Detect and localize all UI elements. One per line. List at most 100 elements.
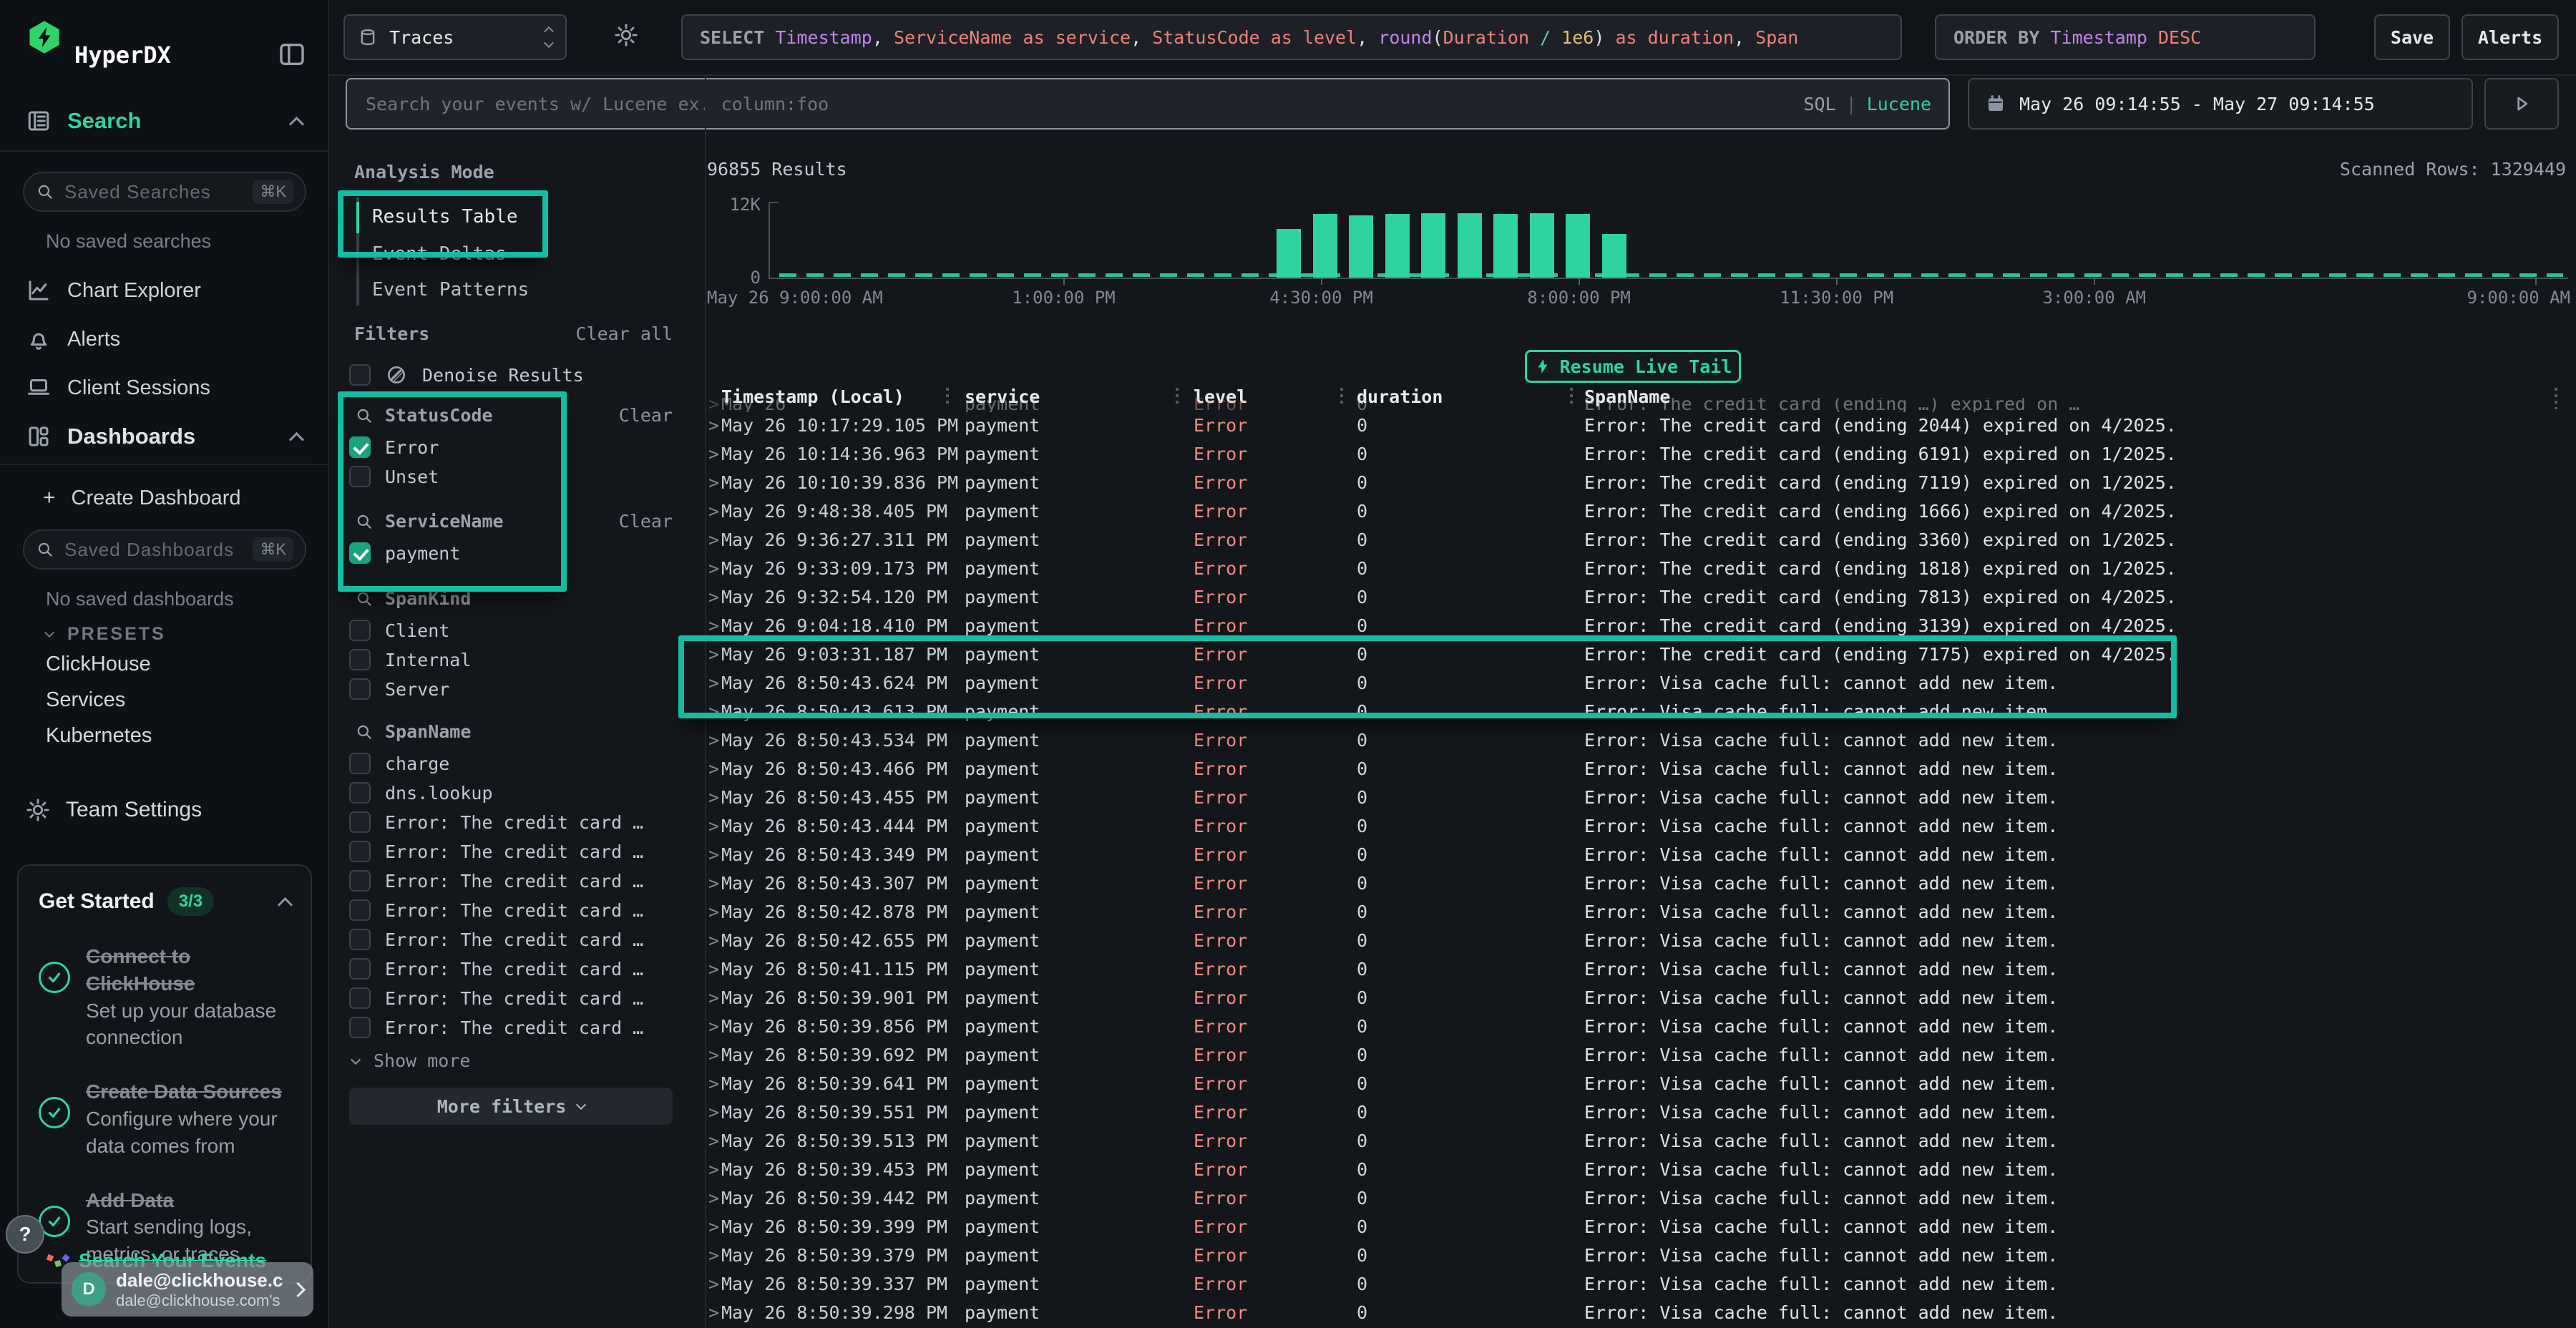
sidebar-item-chart-explorer[interactable]: Chart Explorer bbox=[0, 270, 328, 311]
table-row[interactable]: >May 26 8:50:39.692 PMpaymentError0Error… bbox=[705, 1040, 2576, 1069]
row-expand-chevron[interactable]: > bbox=[708, 501, 719, 522]
row-expand-chevron[interactable]: > bbox=[708, 615, 719, 636]
table-row[interactable]: >May 26 8:50:39.453 PMpaymentError0Error… bbox=[705, 1155, 2576, 1183]
source-select[interactable]: Traces bbox=[343, 14, 567, 60]
row-expand-chevron[interactable]: > bbox=[708, 1016, 719, 1037]
table-row-highlighted[interactable]: >May 26 8:50:43.624 PMpaymentError0Error… bbox=[705, 668, 2576, 697]
row-expand-chevron[interactable]: > bbox=[708, 987, 719, 1008]
row-expand-chevron[interactable]: > bbox=[708, 701, 719, 722]
table-row[interactable]: >May 26 8:50:43.466 PMpaymentError0Error… bbox=[705, 754, 2576, 783]
checkbox-unchecked[interactable] bbox=[349, 649, 371, 670]
row-expand-chevron[interactable]: > bbox=[708, 1073, 719, 1094]
table-row[interactable]: >May 26 9:48:38.405 PMpaymentError0Error… bbox=[705, 497, 2576, 525]
row-expand-chevron[interactable]: > bbox=[708, 902, 719, 922]
filter-item[interactable]: Error: The credit card … bbox=[349, 958, 643, 980]
filter-item[interactable]: Error: The credit card … bbox=[349, 899, 643, 921]
row-expand-chevron[interactable]: > bbox=[708, 673, 719, 693]
row-expand-chevron[interactable]: > bbox=[708, 398, 719, 412]
table-row[interactable]: >May 26 10:14:36.963 PMpaymentError0Erro… bbox=[705, 439, 2576, 468]
analysis-mode-event-deltas[interactable]: Event Deltas bbox=[372, 243, 507, 265]
search-icon[interactable] bbox=[355, 590, 374, 608]
checkbox-unchecked[interactable] bbox=[349, 841, 371, 862]
checkbox-unchecked[interactable] bbox=[349, 753, 371, 774]
saved-dashboards-field[interactable] bbox=[63, 538, 244, 562]
table-row[interactable]: >May 26 8:50:43.349 PMpaymentError0Error… bbox=[705, 840, 2576, 869]
checkbox-unchecked[interactable] bbox=[349, 870, 371, 892]
row-expand-chevron[interactable]: > bbox=[708, 1188, 719, 1209]
row-expand-chevron[interactable]: > bbox=[708, 1216, 719, 1237]
row-expand-chevron[interactable]: > bbox=[708, 644, 719, 665]
filter-item[interactable]: Error: The credit card … bbox=[349, 870, 643, 892]
results-histogram[interactable] bbox=[705, 186, 2576, 322]
table-row[interactable]: >May 26 8:50:43.455 PMpaymentError0Error… bbox=[705, 783, 2576, 811]
filter-item[interactable]: Error bbox=[349, 436, 439, 458]
user-menu[interactable]: D dale@clickhouse.com dale@clickhouse.co… bbox=[62, 1262, 313, 1317]
filter-item[interactable]: dns.lookup bbox=[349, 782, 493, 804]
row-expand-chevron[interactable]: > bbox=[708, 444, 719, 464]
table-row[interactable]: >May 26 8:50:39.298 PMpaymentError0Error… bbox=[705, 1298, 2576, 1327]
checkbox-unchecked[interactable] bbox=[349, 987, 371, 1009]
table-row[interactable]: >May 26 8:50:43.307 PMpaymentError0Error… bbox=[705, 869, 2576, 897]
filter-clear-button[interactable]: Clear bbox=[612, 511, 673, 532]
checkbox-unchecked[interactable] bbox=[349, 958, 371, 980]
row-expand-chevron[interactable]: > bbox=[708, 415, 719, 436]
row-expand-chevron[interactable]: > bbox=[708, 1102, 719, 1123]
clear-all-button[interactable]: Clear all bbox=[572, 323, 673, 344]
checkbox-unchecked[interactable] bbox=[349, 899, 371, 921]
row-expand-chevron[interactable]: > bbox=[708, 787, 719, 808]
denoise-results-filter[interactable]: Denoise Results bbox=[349, 363, 584, 386]
language-lucene[interactable]: Lucene bbox=[1867, 94, 1931, 114]
filter-item[interactable]: Unset bbox=[349, 466, 439, 487]
row-expand-chevron[interactable]: > bbox=[708, 558, 719, 579]
row-expand-chevron[interactable]: > bbox=[708, 1302, 719, 1323]
table-row[interactable]: >May 26 10:10:39.836 PMpaymentError0Erro… bbox=[705, 468, 2576, 497]
show-more-button[interactable]: Show more bbox=[352, 1050, 470, 1071]
filter-item[interactable]: Client bbox=[349, 620, 449, 641]
sidebar-item-alerts[interactable]: Alerts bbox=[0, 319, 328, 359]
language-sql[interactable]: SQL bbox=[1803, 94, 1835, 114]
row-expand-chevron[interactable]: > bbox=[708, 1245, 719, 1266]
table-row[interactable]: >May 26 9:04:18.410 PMpaymentError0Error… bbox=[705, 611, 2576, 640]
table-row[interactable]: >May 26 8:50:39.901 PMpaymentError0Error… bbox=[705, 983, 2576, 1012]
event-search-bar[interactable]: SQL | Lucene bbox=[346, 78, 1950, 130]
checkbox-checked[interactable] bbox=[349, 436, 371, 458]
sql-select-editor[interactable]: SELECT Timestamp, ServiceName as service… bbox=[681, 14, 1902, 60]
preset-item-clickhouse[interactable]: ClickHouse bbox=[46, 653, 151, 676]
preset-item-services[interactable]: Services bbox=[46, 688, 125, 712]
brand-title[interactable]: HyperDX bbox=[74, 42, 171, 69]
search-icon[interactable] bbox=[355, 406, 374, 425]
filter-item[interactable]: Error: The credit card … bbox=[349, 929, 643, 950]
chevron-up-icon[interactable] bbox=[289, 116, 304, 131]
filter-item[interactable]: charge bbox=[349, 753, 449, 774]
row-expand-chevron[interactable]: > bbox=[708, 1274, 719, 1294]
table-row[interactable]: >May 26 8:50:41.115 PMpaymentError0Error… bbox=[705, 954, 2576, 983]
checkbox-unchecked[interactable] bbox=[349, 929, 371, 950]
alerts-button[interactable]: Alerts bbox=[2462, 14, 2559, 60]
table-row[interactable]: >May 26 8:50:42.655 PMpaymentError0Error… bbox=[705, 926, 2576, 954]
saved-searches-input[interactable]: ⌘K bbox=[23, 172, 306, 212]
checkbox-unchecked[interactable] bbox=[349, 1017, 371, 1038]
row-expand-chevron[interactable]: > bbox=[708, 730, 719, 751]
row-expand-chevron[interactable]: > bbox=[708, 1131, 719, 1151]
order-by-editor[interactable]: ORDER BY Timestamp DESC bbox=[1935, 14, 2316, 60]
row-expand-chevron[interactable]: > bbox=[708, 1159, 719, 1180]
row-expand-chevron[interactable]: > bbox=[708, 930, 719, 951]
row-expand-chevron[interactable]: > bbox=[708, 529, 719, 550]
row-expand-chevron[interactable]: > bbox=[708, 587, 719, 607]
row-expand-chevron[interactable]: > bbox=[708, 844, 719, 865]
table-row-highlighted[interactable]: >May 26 9:03:31.187 PMpaymentError0Error… bbox=[705, 640, 2576, 668]
sidebar-item-client-sessions[interactable]: Client Sessions bbox=[0, 368, 328, 408]
hyperdx-logo-icon[interactable] bbox=[26, 19, 63, 56]
filter-item[interactable]: Error: The credit card … bbox=[349, 1017, 643, 1038]
source-settings-gear-icon[interactable] bbox=[614, 23, 638, 47]
row-expand-chevron[interactable]: > bbox=[708, 758, 719, 779]
checkbox-unchecked[interactable] bbox=[349, 811, 371, 833]
analysis-mode-event-patterns[interactable]: Event Patterns bbox=[372, 279, 529, 301]
table-row[interactable]: >May 26 8:50:39.442 PMpaymentError0Error… bbox=[705, 1183, 2576, 1212]
resume-live-tail-button[interactable]: Resume Live Tail bbox=[1525, 350, 1741, 383]
filter-item[interactable]: Internal bbox=[349, 649, 471, 670]
row-expand-chevron[interactable]: > bbox=[708, 472, 719, 493]
table-row[interactable]: >May 26 10:17:29.105 PMpaymentError0Erro… bbox=[705, 411, 2576, 439]
table-row[interactable]: >May 26 8:50:43.444 PMpaymentError0Error… bbox=[705, 811, 2576, 840]
saved-dashboards-input[interactable]: ⌘K bbox=[23, 529, 306, 570]
